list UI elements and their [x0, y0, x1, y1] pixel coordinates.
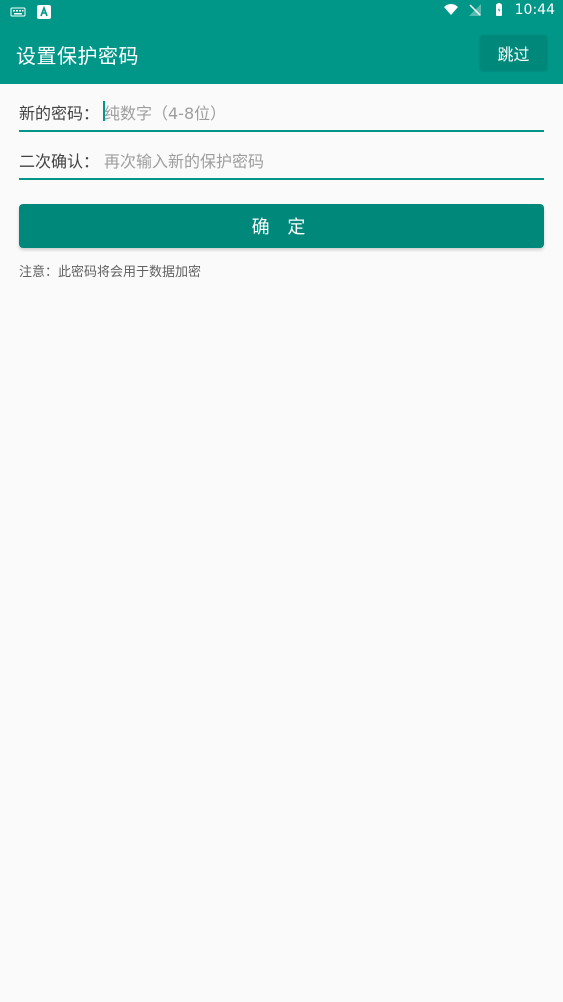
new-password-input[interactable]: 纯数字（4-8位） [104, 100, 226, 124]
status-right: 10:44 [443, 2, 555, 18]
status-time: 10:44 [514, 2, 555, 18]
confirm-button[interactable]: 确 定 [19, 204, 544, 248]
skip-button[interactable]: 跳过 [480, 35, 547, 70]
encryption-note: 注意：此密码将会用于数据加密 [19, 265, 202, 280]
page-title: 设置保护密码 [16, 44, 139, 68]
new-password-label: 新的密码： [19, 104, 100, 123]
confirm-password-input[interactable]: 再次输入新的保护密码 [104, 148, 264, 172]
keyboard-icon [10, 4, 26, 20]
password-form: 新的密码： 纯数字（4-8位） 二次确认： 再次输入新的保护密码 [19, 84, 544, 194]
signal-icon [467, 2, 483, 18]
a-icon [36, 4, 52, 20]
confirm-password-row: 二次确认： 再次输入新的保护密码 [19, 132, 544, 180]
status-left [10, 4, 52, 20]
wifi-icon [443, 2, 459, 18]
app-bar: 设置保护密码 跳过 [0, 24, 563, 84]
battery-icon [491, 2, 507, 18]
status-bar: 10:44 [0, 0, 563, 24]
new-password-row: 新的密码： 纯数字（4-8位） [19, 84, 544, 132]
confirm-password-label: 二次确认： [19, 152, 100, 171]
